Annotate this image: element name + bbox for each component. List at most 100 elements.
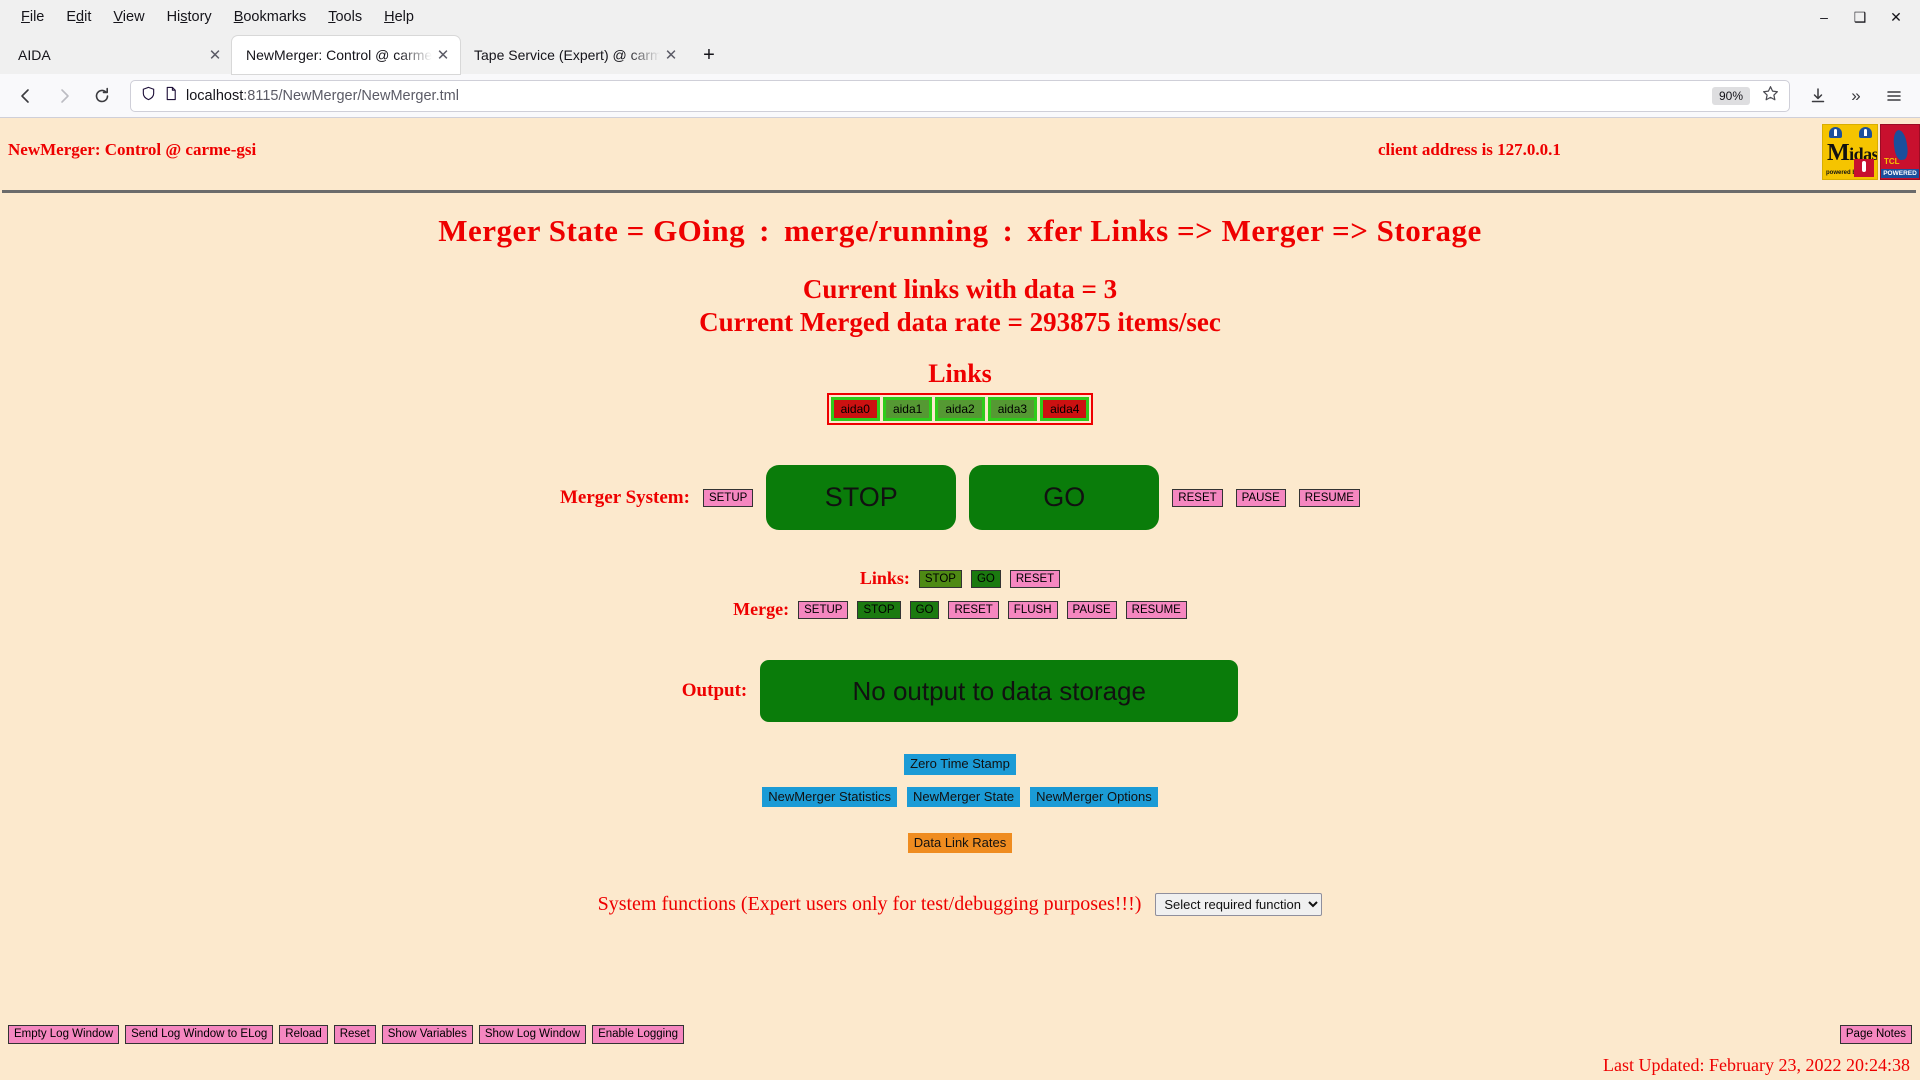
menu-help[interactable]: Help xyxy=(373,6,425,28)
shield-icon[interactable] xyxy=(141,86,156,106)
data-link-rates-row: Data Link Rates xyxy=(0,832,1920,854)
links-go-button[interactable]: GO xyxy=(970,569,1001,589)
menu-history-pre: Hi xyxy=(166,9,181,25)
merger-pause-button[interactable]: PAUSE xyxy=(1235,488,1286,508)
merge-reset-button[interactable]: RESET xyxy=(948,600,999,620)
tab-aida[interactable]: AIDA ✕ xyxy=(4,36,232,74)
header-divider xyxy=(2,190,1916,193)
menu-edit[interactable]: Edit xyxy=(55,6,102,28)
send-log-window-to-elog-button[interactable]: Send Log Window to ELog xyxy=(125,1025,274,1044)
merger-system-label: Merger System: xyxy=(560,486,690,508)
menu-tools-rest: ools xyxy=(335,9,363,25)
url-text[interactable]: localhost:8115/NewMerger/NewMerger.tml xyxy=(186,88,1704,104)
client-address-label: client address is 127.0.0.1 xyxy=(1378,140,1561,159)
links-control-row: Links: STOP GO RESET xyxy=(0,568,1920,589)
tab-tape-service[interactable]: Tape Service (Expert) @ carme-gsi ✕ xyxy=(460,36,688,74)
reset-button[interactable]: Reset xyxy=(333,1025,376,1044)
merged-data-rate-text: Current Merged data rate = 293875 items/… xyxy=(699,306,1221,337)
tab-newmerger-control[interactable]: NewMerger: Control @ carme-gsi ✕ xyxy=(232,36,460,74)
show-variables-button[interactable]: Show Variables xyxy=(381,1025,473,1044)
link-button-aida4[interactable]: aida4 xyxy=(1040,396,1090,422)
midas-logo: Midas powered by xyxy=(1822,124,1878,180)
links-container: aida0 aida1 aida2 aida3 aida4 xyxy=(826,392,1094,426)
tcl-label: TCL xyxy=(1884,157,1900,166)
menu-bookmarks[interactable]: Bookmarks xyxy=(223,6,318,28)
merge-flush-button[interactable]: FLUSH xyxy=(1007,600,1058,620)
merger-stop-button[interactable]: STOP xyxy=(766,465,957,531)
new-tab-button[interactable]: + xyxy=(692,38,726,72)
maximize-icon[interactable]: ❑ xyxy=(1842,2,1878,32)
hamburger-menu-icon[interactable] xyxy=(1876,80,1912,112)
newmerger-state-button[interactable]: NewMerger State xyxy=(907,786,1021,807)
bottom-toolbar-right: Page Notes xyxy=(1839,1025,1912,1044)
tab-title: AIDA xyxy=(18,47,51,63)
page-content: NewMerger: Control @ carme-gsi client ad… xyxy=(0,118,1920,1080)
menu-help-rest: elp xyxy=(394,9,414,25)
tab-title: NewMerger: Control @ carme-gsi xyxy=(246,47,432,63)
back-icon[interactable] xyxy=(8,80,44,112)
overflow-chevron-icon[interactable]: » xyxy=(1838,80,1874,112)
menu-file[interactable]: File xyxy=(10,6,55,28)
output-status-button[interactable]: No output to data storage xyxy=(760,660,1239,723)
merge-status-text: merge/running xyxy=(783,213,989,248)
forward-icon[interactable] xyxy=(46,80,82,112)
url-bar[interactable]: localhost:8115/NewMerger/NewMerger.tml 9… xyxy=(130,79,1790,112)
tab-close-icon[interactable]: ✕ xyxy=(660,44,682,66)
minimize-icon[interactable]: – xyxy=(1806,2,1842,32)
reload-icon[interactable] xyxy=(84,80,120,112)
links-reset-button[interactable]: RESET xyxy=(1009,569,1061,589)
link-button-aida2[interactable]: aida2 xyxy=(935,396,985,422)
system-functions-label: System functions (Expert users only for … xyxy=(597,893,1142,916)
zero-time-stamp-button[interactable]: Zero Time Stamp xyxy=(904,754,1016,775)
newmerger-statistics-button[interactable]: NewMerger Statistics xyxy=(762,786,898,807)
merge-stop-button[interactable]: STOP xyxy=(857,600,901,620)
last-updated-text: Last Updated: February 23, 2022 20:24:38 xyxy=(1603,1055,1910,1075)
page-header: NewMerger: Control @ carme-gsi client ad… xyxy=(0,118,1920,190)
close-window-icon[interactable]: ✕ xyxy=(1878,2,1914,32)
bookmark-star-icon[interactable] xyxy=(1758,85,1783,107)
midas-m: M xyxy=(1827,140,1850,166)
link-button-aida3[interactable]: aida3 xyxy=(987,396,1038,422)
merger-reset-button[interactable]: RESET xyxy=(1172,488,1223,508)
tcl-powered-logo: TCL POWERED xyxy=(1880,124,1920,180)
menu-view[interactable]: View xyxy=(102,6,155,28)
system-functions-select[interactable]: Select required function xyxy=(1155,893,1323,917)
links-stop-button[interactable]: STOP xyxy=(918,569,962,589)
links-row: aida0 aida1 aida2 aida3 aida4 xyxy=(0,392,1920,426)
state-separator-1: : xyxy=(759,213,770,248)
newmerger-options-button[interactable]: NewMerger Options xyxy=(1030,786,1158,807)
empty-log-window-button[interactable]: Empty Log Window xyxy=(8,1025,120,1044)
sub-control-rows: Links: STOP GO RESET Merge: SETUP STOP G… xyxy=(0,568,1920,620)
tab-close-icon[interactable]: ✕ xyxy=(204,44,226,66)
merge-control-label: Merge: xyxy=(733,599,790,620)
menu-tools[interactable]: Tools xyxy=(317,6,373,28)
links-section-title: Links xyxy=(928,358,992,388)
merger-state-line: Merger State = GOing: merge/running: xfer … xyxy=(0,213,1920,249)
merger-go-button[interactable]: GO xyxy=(969,465,1160,531)
output-row: Output: No output to data storage xyxy=(0,660,1920,723)
merge-resume-button[interactable]: RESUME xyxy=(1125,600,1187,620)
window-controls: – ❑ ✕ xyxy=(1806,0,1914,34)
newmerger-links-row: NewMerger Statistics NewMerger State New… xyxy=(0,786,1920,807)
show-log-window-button[interactable]: Show Log Window xyxy=(478,1025,587,1044)
page-notes-button[interactable]: Page Notes xyxy=(1839,1025,1912,1044)
link-button-aida0[interactable]: aida0 xyxy=(830,396,880,422)
merger-setup-button[interactable]: SETUP xyxy=(702,488,754,508)
enable-logging-button[interactable]: Enable Logging xyxy=(592,1025,685,1044)
zoom-level-indicator[interactable]: 90% xyxy=(1711,86,1750,105)
merge-pause-button[interactable]: PAUSE xyxy=(1066,600,1117,620)
url-host: localhost xyxy=(186,87,244,104)
download-icon[interactable] xyxy=(1800,80,1836,112)
merger-resume-button[interactable]: RESUME xyxy=(1298,488,1360,508)
merge-go-button[interactable]: GO xyxy=(909,600,940,620)
midas-tcl-badge-icon xyxy=(1854,159,1874,177)
link-button-aida1[interactable]: aida1 xyxy=(882,396,933,422)
tab-close-icon[interactable]: ✕ xyxy=(432,44,454,66)
merge-setup-button[interactable]: SETUP xyxy=(798,600,849,620)
menu-edit-rest: it xyxy=(84,9,92,25)
data-link-rates-button[interactable]: Data Link Rates xyxy=(907,832,1013,854)
menu-history[interactable]: History xyxy=(156,6,223,28)
midas-dome-left-icon xyxy=(1829,127,1842,138)
reload-button[interactable]: Reload xyxy=(279,1025,328,1044)
menu-file-accel: F xyxy=(21,9,30,25)
